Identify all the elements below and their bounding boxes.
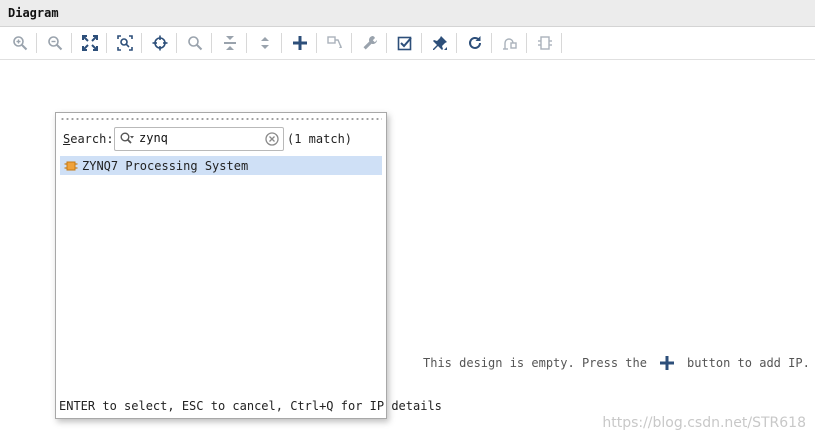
add-ip-button[interactable] [289, 32, 311, 54]
search-label: Search: [63, 132, 114, 146]
empty-message-text-before: This design is empty. Press the [423, 356, 647, 370]
empty-design-message: This design is empty. Press the button t… [423, 355, 810, 371]
search-button[interactable] [184, 32, 206, 54]
collapse-all-button[interactable] [219, 32, 241, 54]
diagram-toolbar [0, 27, 815, 60]
search-icon [188, 36, 203, 51]
panel-title: Diagram [8, 6, 59, 20]
wrench-button[interactable] [359, 32, 381, 54]
search-label-text: earch: [70, 132, 114, 146]
match-count: (1 match) [287, 132, 353, 146]
search-box[interactable] [114, 127, 284, 151]
validate-design-icon [397, 36, 412, 51]
collapse-all-icon [224, 36, 236, 50]
zoom-in-icon [13, 36, 28, 51]
regenerate-layout-button[interactable] [499, 32, 521, 54]
add-ip-inline-icon[interactable] [659, 355, 675, 371]
pin-button[interactable] [429, 32, 451, 54]
wrench-icon [363, 36, 377, 50]
popup-drag-grip[interactable] [60, 117, 382, 121]
zoom-fit-icon [82, 35, 98, 51]
validate-design-button[interactable] [394, 32, 416, 54]
keyboard-hint: ENTER to select, ESC to cancel, Ctrl+Q f… [59, 399, 442, 413]
zoom-area-button[interactable] [114, 32, 136, 54]
diagram-title-bar: Diagram [0, 0, 815, 27]
add-ip-search-popup: Search: (1 match) ZYNQ7 Processing Syste… [55, 112, 442, 419]
refresh-icon [469, 36, 481, 49]
refresh-button[interactable] [464, 32, 486, 54]
result-item-zynq7[interactable]: ZYNQ7 Processing System [60, 156, 382, 175]
search-results-list: ZYNQ7 Processing System [60, 156, 382, 175]
expand-all-button[interactable] [254, 32, 276, 54]
search-dropdown-icon[interactable] [119, 131, 135, 147]
selection-zoom-button[interactable] [149, 32, 171, 54]
expand-all-icon [261, 37, 269, 49]
selection-zoom-icon [152, 35, 168, 51]
clear-search-icon[interactable] [265, 132, 279, 146]
zoom-out-button[interactable] [44, 32, 66, 54]
zoom-out-icon [48, 36, 63, 51]
ip-core-icon [64, 161, 78, 170]
search-input[interactable] [139, 130, 259, 146]
make-connection-button[interactable] [324, 32, 346, 54]
result-item-label: ZYNQ7 Processing System [82, 158, 249, 173]
empty-message-text-after: button to add IP. [686, 356, 810, 370]
watermark: https://blog.csdn.net/STR618 [602, 415, 806, 431]
add-ip-icon [293, 36, 307, 50]
zoom-area-icon [117, 35, 133, 51]
make-connection-icon [327, 36, 342, 48]
zoom-in-button[interactable] [9, 32, 31, 54]
regenerate-layout-icon [503, 38, 517, 50]
zoom-fit-button[interactable] [79, 32, 101, 54]
pin-icon [433, 36, 447, 50]
create-port-button[interactable] [534, 32, 556, 54]
create-port-icon [538, 36, 552, 50]
